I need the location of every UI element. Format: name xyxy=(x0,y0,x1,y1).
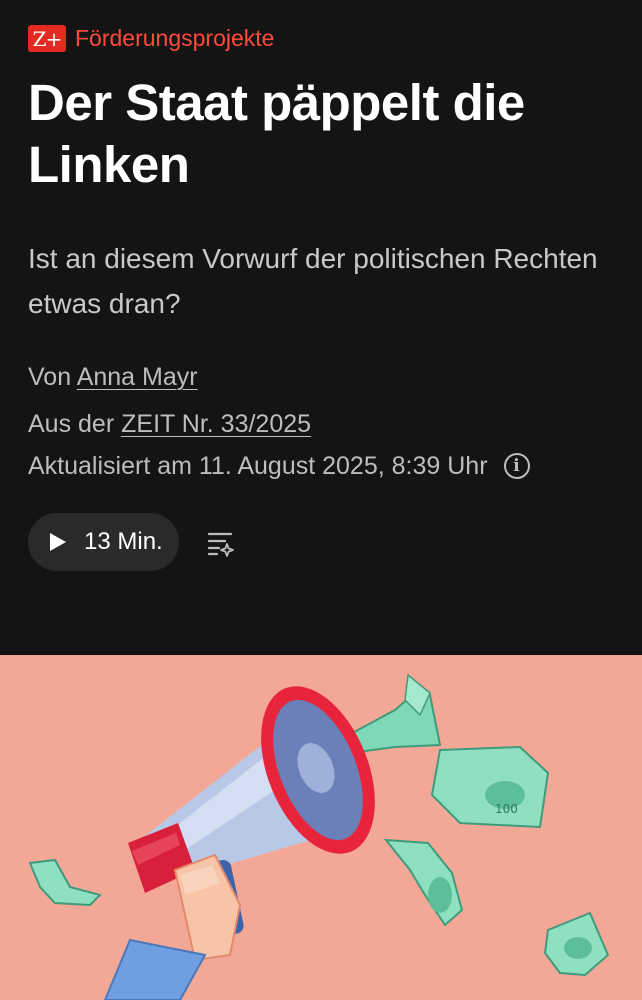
info-icon[interactable]: i xyxy=(503,453,530,479)
zplus-badge: Z+ xyxy=(28,25,66,52)
audio-duration: 13 Min. xyxy=(84,528,163,555)
byline: Von Anna Mayr xyxy=(28,362,198,392)
author-link[interactable]: Anna Mayr xyxy=(77,363,198,391)
hero-illustration: 100 xyxy=(0,655,642,1000)
article-title: Der Staat päppelt die Linken xyxy=(28,74,525,193)
updated-line: Aktualisiert am 11. August 2025, 8:39 Uh… xyxy=(28,451,530,481)
kicker-label[interactable]: Förderungsprojekte xyxy=(75,25,274,52)
updated-date: Aktualisiert am 11. August 2025, 8:39 Uh… xyxy=(28,452,488,480)
issue-prefix: Aus der xyxy=(28,410,115,438)
kicker-row: Z+ Förderungsprojekte xyxy=(28,25,274,52)
megaphone-illustration: 100 xyxy=(0,655,642,1000)
svg-text:100: 100 xyxy=(495,802,518,816)
issue-link[interactable]: ZEIT Nr. 33/2025 xyxy=(121,410,311,438)
ai-summary-icon[interactable] xyxy=(206,528,236,558)
article-header: Z+ Förderungsprojekte Der Staat päppelt … xyxy=(0,0,642,655)
byline-prefix: Von xyxy=(28,363,72,391)
issue-line: Aus der ZEIT Nr. 33/2025 xyxy=(28,409,311,439)
audio-play-button[interactable]: 13 Min. xyxy=(28,513,179,571)
play-icon xyxy=(50,533,66,551)
article-teaser: Ist an diesem Vorwurf der politischen Re… xyxy=(28,243,598,319)
